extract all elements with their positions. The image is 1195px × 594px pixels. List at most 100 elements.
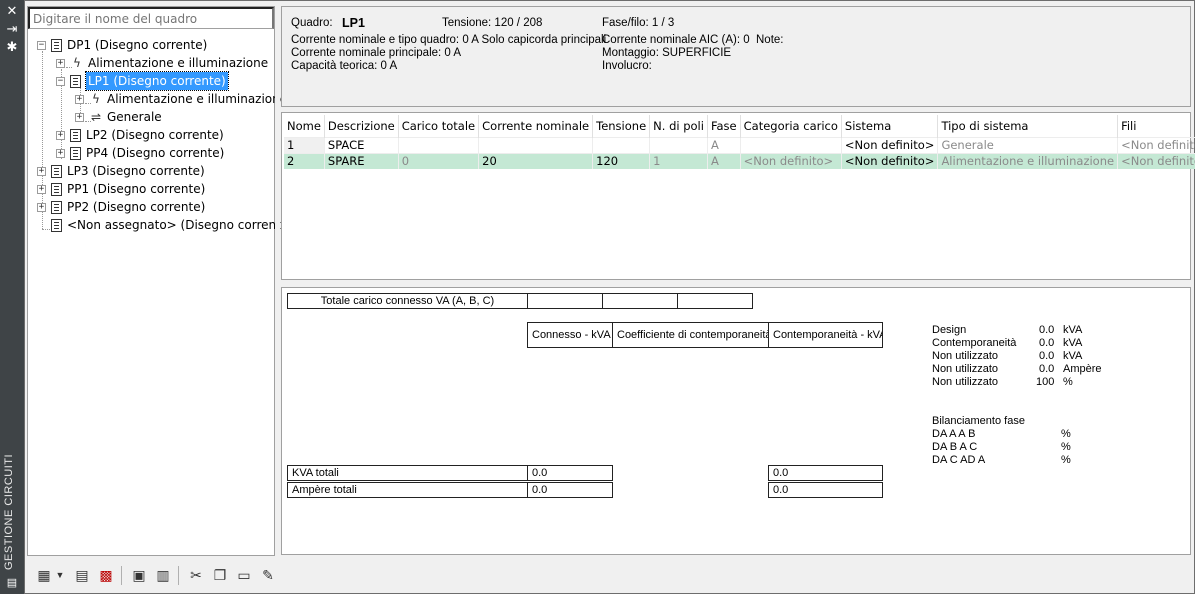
tree-node-lp1-generale[interactable]: + ⇌ Generale [75, 108, 162, 126]
totale-carico-a [527, 293, 603, 309]
stat-label: Non utilizzato [932, 363, 999, 375]
bil-label: DA C AD A [932, 454, 986, 466]
cut-icon[interactable]: ✂ [187, 566, 205, 584]
kva-totali-contemp: 0.0 [768, 465, 883, 481]
col-corrente-nominale[interactable]: Corrente nominale [478, 115, 594, 137]
palette-title-bar: ✕ ⇥ ✱ GESTIONE CIRCUITI ▤ [0, 0, 24, 594]
tree-node-pp2[interactable]: + PP2 (Disegno corrente) [37, 198, 205, 216]
tree-node-non-assegnato[interactable]: <Non assegnato> (Disegno corrente) [51, 216, 293, 234]
tensione-text: Tensione: 120 / 208 [442, 17, 543, 29]
corrente-tipo-text: Corrente nominale e tipo quadro: 0 A Sol… [291, 34, 607, 46]
panel-icon [51, 200, 62, 214]
bil-unit: % [1061, 454, 1071, 466]
corrente-principale-text: Corrente nominale principale: 0 A [291, 47, 462, 59]
totale-carico-c [677, 293, 753, 309]
tree-node-dp1-alimentazione[interactable]: + ϟ Alimentazione e illuminazione [56, 54, 268, 72]
stat-value: 0.0 [1039, 363, 1055, 375]
stat-unit: kVA [1063, 337, 1083, 349]
stat-unit: kVA [1063, 324, 1083, 336]
fase-filo-text: Fase/filo: 1 / 3 [602, 17, 675, 29]
tree-node-lp1[interactable]: − LP1 (Disegno corrente) [56, 71, 229, 91]
col-carico-totale[interactable]: Carico totale [398, 115, 480, 137]
expand-icon[interactable]: + [75, 94, 84, 104]
panel-icon [51, 182, 62, 196]
autohide-icon[interactable]: ⇥ [4, 22, 20, 36]
stat-unit: kVA [1063, 350, 1083, 362]
tree-node-pp1[interactable]: + PP1 (Disegno corrente) [37, 180, 205, 198]
grid-header-row: Nome Descrizione Carico totale Corrente … [284, 115, 1195, 137]
circuit-manager-icon[interactable]: ▤ [4, 576, 20, 590]
stat-value: 100 [1036, 376, 1055, 388]
tree-node-lp2[interactable]: + LP2 (Disegno corrente) [56, 126, 224, 144]
close-icon[interactable]: ✕ [4, 4, 20, 18]
quadro-value: LP1 [342, 16, 365, 30]
panel-icon [51, 164, 62, 178]
col-sistema[interactable]: Sistema [841, 115, 939, 137]
bilanciamento-title: Bilanciamento fase [932, 415, 1025, 427]
panel-icon [51, 218, 62, 232]
expand-icon[interactable]: + [56, 148, 65, 158]
ampere-totali-contemp: 0.0 [768, 482, 883, 498]
general-system-icon: ⇌ [90, 110, 102, 124]
col-fase[interactable]: Fase [707, 115, 741, 137]
table-row[interactable]: 1 SPACE A <Non definito> Generale <Non d… [284, 136, 1195, 153]
col-poli[interactable]: N. di poli [649, 115, 708, 137]
dropdown-arrow-icon[interactable]: ▼ [55, 566, 65, 584]
stat-value: 0.0 [1039, 324, 1055, 336]
col-descrizione[interactable]: Descrizione [324, 115, 399, 137]
tree-node-dp1[interactable]: − DP1 (Disegno corrente) [37, 36, 207, 54]
quadro-label: Quadro: [291, 17, 333, 29]
expand-icon[interactable]: + [37, 202, 46, 212]
copy-icon[interactable]: ❐ [211, 566, 229, 584]
new-circuit-icon[interactable]: ▤ [73, 566, 91, 584]
note-label: Note: [756, 34, 784, 46]
col-categoria-carico[interactable]: Categoria carico [740, 115, 842, 137]
ampere-totali-connesso: 0.0 [527, 482, 613, 498]
refresh-schedule-icon[interactable]: ▥ [154, 566, 172, 584]
panel-tree-pane: −DP1 (Disegno corrente) +ϟAlimentazione … [27, 6, 293, 556]
tree-node-lp1-alimentazione[interactable]: + ϟ Alimentazione e illuminazione [75, 90, 287, 108]
stat-label: Contemporaneità [932, 337, 1017, 349]
col-fili[interactable]: Fili [1117, 115, 1195, 137]
stat-value: 0.0 [1039, 350, 1055, 362]
col-coefficiente: Coefficiente di contemporaneità [612, 322, 769, 348]
panel-icon [70, 146, 81, 160]
paste-icon[interactable]: ▭ [235, 566, 253, 584]
col-connesso-kva: Connesso - kVA [527, 322, 613, 348]
properties-icon[interactable]: ✱ [4, 40, 20, 54]
tree-node-lp3[interactable]: + LP3 (Disegno corrente) [37, 162, 205, 180]
stat-label: Non utilizzato [932, 350, 999, 362]
collapse-icon[interactable]: − [37, 40, 46, 50]
pane-splitter[interactable] [275, 1, 280, 556]
bil-unit: % [1061, 441, 1071, 453]
col-nome[interactable]: Nome [284, 115, 325, 137]
col-contemporaneita-kva: Contemporaneità - kVA [768, 322, 883, 348]
circuit-manager-panel: −DP1 (Disegno corrente) +ϟAlimentazione … [24, 0, 1195, 594]
schedule-icon[interactable]: ▣ [130, 566, 148, 584]
col-tensione[interactable]: Tensione [592, 115, 651, 137]
new-panel-icon[interactable]: ▦ [35, 566, 53, 584]
load-summary-pane: Totale carico connesso VA (A, B, C) Conn… [281, 287, 1191, 555]
col-tipo-sistema[interactable]: Tipo di sistema [937, 115, 1119, 137]
bil-label: DA A A B [932, 428, 976, 440]
stat-unit: Ampère [1063, 363, 1102, 375]
collapse-icon[interactable]: − [56, 76, 65, 86]
panel-icon [70, 74, 81, 88]
panel-icon [51, 38, 62, 52]
expand-icon[interactable]: + [75, 112, 84, 122]
edit-icon[interactable]: ✎ [259, 566, 277, 584]
panel-search-input[interactable] [28, 7, 274, 29]
expand-icon[interactable]: + [37, 184, 46, 194]
expand-icon[interactable]: + [56, 130, 65, 140]
lightning-icon: ϟ [73, 56, 81, 70]
expand-icon[interactable]: + [37, 166, 46, 176]
kva-totali-connesso: 0.0 [527, 465, 613, 481]
palette-title: GESTIONE CIRCUITI [3, 453, 15, 570]
stat-unit: % [1063, 376, 1073, 388]
capacita-text: Capacità teorica: 0 A [291, 60, 398, 72]
table-row[interactable]: 2 SPARE 0 20 120 1 A <Non definito> <Non… [284, 152, 1195, 169]
totale-carico-b [602, 293, 678, 309]
tree-node-pp4[interactable]: + PP4 (Disegno corrente) [56, 144, 224, 162]
delete-icon[interactable]: ▩ [97, 566, 115, 584]
expand-icon[interactable]: + [56, 58, 65, 68]
